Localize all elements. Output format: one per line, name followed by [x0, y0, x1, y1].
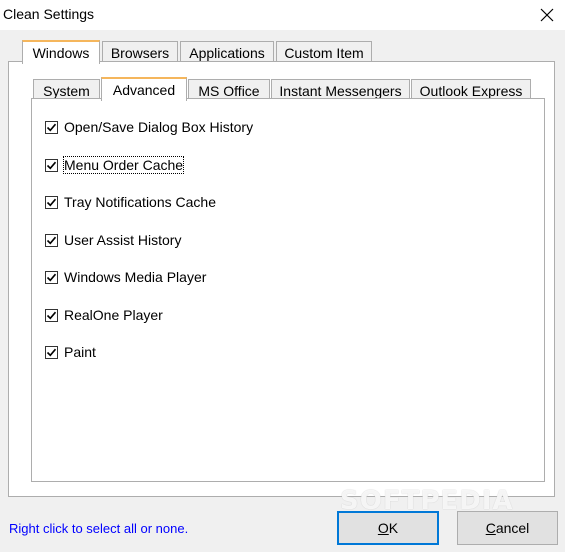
ok-label-rest: K — [388, 520, 399, 536]
checkbox-paint[interactable]: Paint — [45, 343, 96, 361]
tab-custom-item[interactable]: Custom Item — [276, 41, 372, 63]
cancel-mnemonic: C — [485, 520, 496, 536]
checkbox-menu-order-cache[interactable]: Menu Order Cache — [45, 156, 185, 174]
ok-button[interactable]: OK — [337, 511, 439, 545]
tab-applications[interactable]: Applications — [180, 41, 274, 63]
checkbox-box[interactable] — [45, 270, 58, 284]
title-bar: Clean Settings — [0, 0, 565, 30]
cancel-label-rest: ancel — [495, 520, 530, 536]
checkbox-label: RealOne Player — [64, 307, 163, 323]
checkbox-box[interactable] — [45, 233, 58, 247]
window-title: Clean Settings — [3, 6, 95, 22]
check-icon — [46, 273, 57, 281]
subtab-advanced[interactable]: Advanced — [101, 77, 187, 101]
checkbox-box[interactable] — [45, 345, 58, 359]
checkbox-box[interactable] — [45, 195, 58, 209]
checkbox-box[interactable] — [45, 308, 58, 322]
checkbox-box[interactable] — [45, 120, 58, 134]
tab-windows[interactable]: Windows — [22, 40, 100, 64]
checkbox-box[interactable] — [45, 158, 58, 172]
check-icon — [46, 123, 57, 131]
cancel-button[interactable]: Cancel — [457, 511, 558, 545]
checkbox-open-save-dialog-history[interactable]: Open/Save Dialog Box History — [45, 118, 253, 136]
check-icon — [46, 311, 57, 319]
checkbox-windows-media-player[interactable]: Windows Media Player — [45, 268, 206, 286]
checkbox-tray-notifications-cache[interactable]: Tray Notifications Cache — [45, 193, 216, 211]
hint-text: Right click to select all or none. — [9, 521, 189, 536]
ok-mnemonic: O — [377, 520, 389, 536]
close-button[interactable] — [533, 3, 561, 27]
checkbox-label: Tray Notifications Cache — [64, 194, 216, 210]
check-icon — [46, 236, 57, 244]
check-icon — [46, 161, 57, 169]
checkbox-realone-player[interactable]: RealOne Player — [45, 306, 163, 324]
checkbox-label: Open/Save Dialog Box History — [64, 119, 254, 135]
checkbox-label: Paint — [64, 344, 96, 360]
close-icon — [540, 8, 554, 22]
checkbox-user-assist-history[interactable]: User Assist History — [45, 231, 181, 249]
check-icon — [46, 348, 57, 356]
checkbox-label: Windows Media Player — [64, 269, 207, 285]
checkbox-label: Menu Order Cache — [62, 156, 185, 174]
check-icon — [46, 198, 57, 206]
checkbox-label: User Assist History — [64, 232, 182, 248]
tab-browsers[interactable]: Browsers — [102, 41, 178, 63]
